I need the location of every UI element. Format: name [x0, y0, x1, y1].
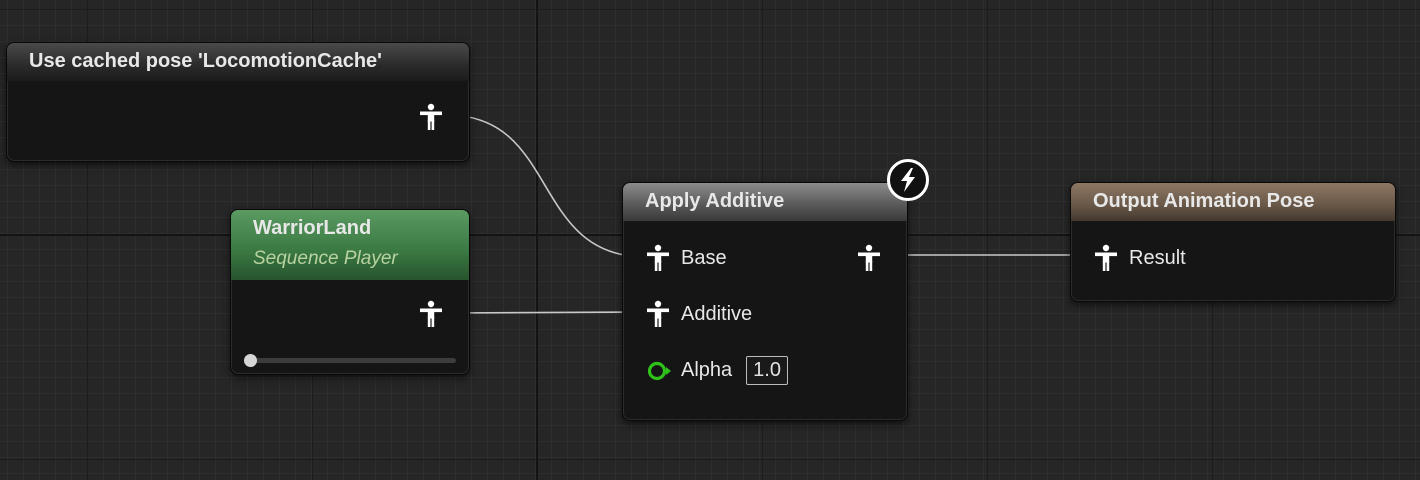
pose-pin-icon [418, 103, 444, 131]
result-input-pin[interactable]: Result [1093, 244, 1186, 272]
sequence-player-subtitle: Sequence Player [253, 248, 398, 269]
base-pin-label: Base [681, 246, 727, 269]
result-pin-label: Result [1129, 246, 1186, 269]
alpha-pin-label: Alpha [681, 359, 733, 381]
pose-pin-icon [645, 300, 671, 328]
float-pin-icon [647, 361, 671, 381]
apply-additive-title: Apply Additive [623, 183, 907, 221]
graph-canvas[interactable]: Use cached pose 'LocomotionCache' Warrio… [0, 0, 1420, 480]
cached-pose-node[interactable]: Use cached pose 'LocomotionCache' [6, 42, 470, 162]
sequence-player-output-pin[interactable] [418, 300, 444, 328]
pose-pin-icon [1093, 244, 1119, 272]
alpha-input-pin[interactable]: Alpha 1.0 [647, 356, 788, 385]
pose-pin-icon [418, 300, 444, 328]
apply-additive-output-pin[interactable] [856, 244, 882, 272]
lightning-bolt-icon [887, 159, 929, 201]
pose-pin-icon [645, 244, 671, 272]
apply-additive-node[interactable]: Apply Additive Base Additive Alpha 1.0 [622, 182, 908, 421]
additive-pin-label: Additive [681, 302, 753, 325]
sequence-player-node[interactable]: WarriorLand Sequence Player [230, 209, 470, 375]
sequence-player-header: WarriorLand Sequence Player [231, 210, 469, 280]
alpha-value-field[interactable]: 1.0 [746, 356, 788, 385]
playback-scrub-bar[interactable] [244, 354, 456, 367]
playback-scrub-handle[interactable] [244, 354, 257, 367]
cached-pose-title: Use cached pose 'LocomotionCache' [7, 43, 469, 81]
cached-pose-output-pin[interactable] [418, 103, 444, 131]
sequence-player-title: WarriorLand [253, 217, 372, 239]
output-pose-node[interactable]: Output Animation Pose Result [1070, 182, 1396, 302]
additive-input-pin[interactable]: Additive [645, 300, 752, 328]
wire-cached-to-base[interactable] [446, 114, 647, 258]
pose-pin-icon [856, 244, 882, 272]
output-pose-title: Output Animation Pose [1071, 183, 1395, 221]
base-input-pin[interactable]: Base [645, 244, 727, 272]
wire-sequence-to-additive[interactable] [446, 311, 647, 314]
